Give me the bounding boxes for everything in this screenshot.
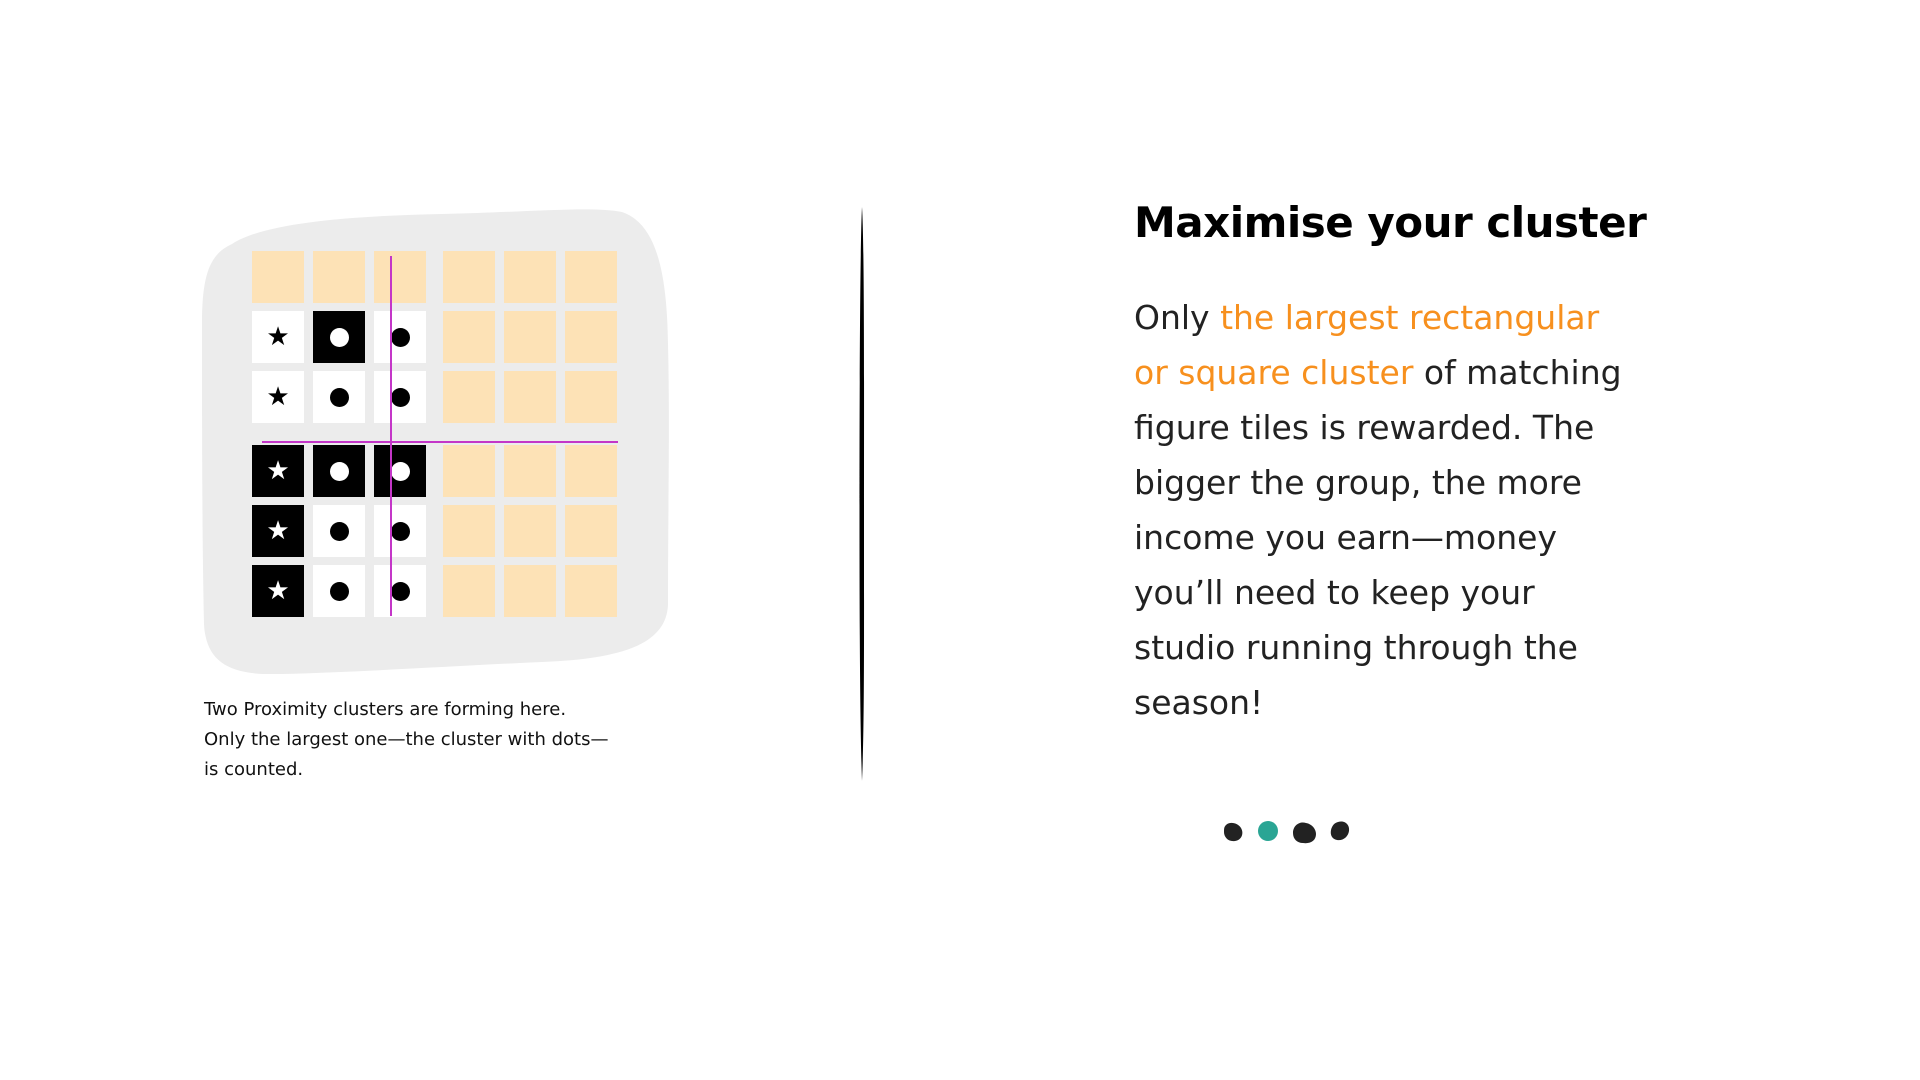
caption-line: Two Proximity clusters are forming here.	[204, 699, 567, 720]
description-intro: Only	[1134, 298, 1221, 337]
star-icon: ★	[266, 322, 290, 352]
empty-tile	[443, 445, 495, 497]
dot-icon	[329, 387, 349, 407]
vertical-split-line	[390, 256, 392, 616]
star-tile: ★	[252, 505, 304, 557]
dot-tile	[374, 445, 426, 497]
dot-tile	[374, 565, 426, 617]
empty-tile	[565, 311, 617, 363]
cluster-illustration: ★ ★ ★ ★ ★	[202, 204, 670, 674]
empty-tile	[565, 251, 617, 303]
empty-tile	[504, 565, 556, 617]
caption-line: Only the largest one—the cluster with do…	[204, 729, 609, 750]
empty-tile	[504, 251, 556, 303]
dot-icon	[390, 581, 410, 601]
star-icon: ★	[266, 576, 290, 606]
dot-tile	[313, 311, 365, 363]
description-text: Only the largest rectangular or square c…	[1134, 290, 1634, 730]
empty-tile	[443, 251, 495, 303]
illustration-caption: Two Proximity clusters are forming here.…	[204, 695, 634, 785]
page-dot-1[interactable]	[1222, 819, 1246, 843]
empty-tile	[504, 445, 556, 497]
dot-icon	[390, 521, 410, 541]
description-rest: of matching figure tiles is rewarded. Th…	[1134, 353, 1622, 722]
tile-grid: ★ ★ ★ ★ ★	[252, 251, 622, 623]
empty-tile	[252, 251, 304, 303]
vertical-divider	[859, 207, 865, 781]
dot-icon	[390, 461, 410, 481]
dot-icon	[329, 521, 349, 541]
empty-tile	[504, 311, 556, 363]
dot-icon	[390, 327, 410, 347]
star-icon: ★	[266, 456, 290, 486]
dot-icon	[329, 581, 349, 601]
empty-tile	[504, 505, 556, 557]
empty-tile	[565, 445, 617, 497]
empty-tile	[504, 371, 556, 423]
horizontal-split-line	[262, 441, 618, 443]
star-icon: ★	[266, 516, 290, 546]
page-dot-2[interactable]	[1256, 819, 1280, 843]
dot-tile	[313, 565, 365, 617]
pagination-dots	[1222, 819, 1352, 849]
page-title: Maximise your cluster	[1134, 198, 1647, 247]
dot-icon	[329, 327, 349, 347]
dot-tile	[374, 311, 426, 363]
empty-tile	[565, 371, 617, 423]
empty-tile	[443, 505, 495, 557]
caption-line: is counted.	[204, 759, 304, 780]
empty-tile	[313, 251, 365, 303]
empty-tile	[565, 565, 617, 617]
star-tile: ★	[252, 311, 304, 363]
empty-tile	[443, 311, 495, 363]
star-tile: ★	[252, 445, 304, 497]
dot-tile	[374, 505, 426, 557]
empty-tile	[443, 371, 495, 423]
star-tile: ★	[252, 371, 304, 423]
dot-tile	[313, 445, 365, 497]
empty-tile	[443, 565, 495, 617]
empty-tile	[374, 251, 426, 303]
dot-tile	[374, 371, 426, 423]
dot-tile	[313, 371, 365, 423]
empty-tile	[565, 505, 617, 557]
star-icon: ★	[266, 382, 290, 412]
dot-tile	[313, 505, 365, 557]
page-dot-3[interactable]	[1290, 819, 1318, 845]
dot-icon	[329, 461, 349, 481]
page-dot-4[interactable]	[1328, 819, 1352, 843]
dot-icon	[390, 387, 410, 407]
star-tile: ★	[252, 565, 304, 617]
